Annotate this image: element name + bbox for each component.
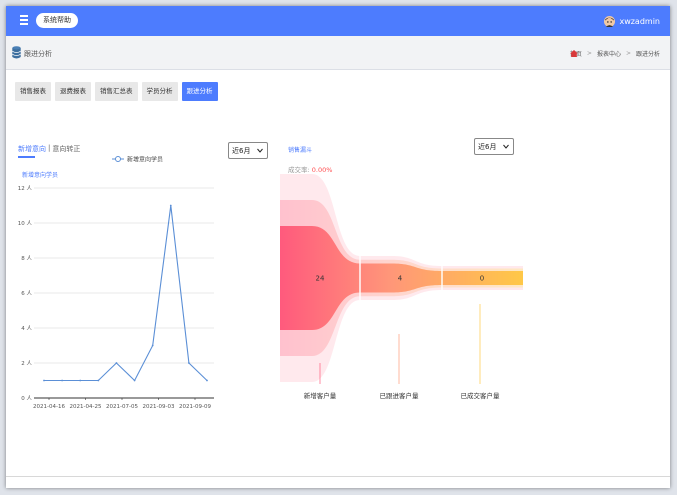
- app-window: 系统帮助 xwzadmin 跟进分析 首页 > 报表中心: [6, 6, 670, 488]
- funnel-stems: [319, 304, 481, 384]
- funnel-value: 0: [480, 275, 484, 283]
- funnel-category-label: 已成交客户量: [461, 391, 501, 400]
- funnel-value: 4: [398, 275, 403, 283]
- funnel-chart: 24 4 0 新增客户量 已跟进客户量 已成交客户量: [280, 174, 523, 400]
- funnel-category-label: 已跟进客户量: [380, 391, 420, 400]
- funnel-value: 24: [316, 275, 325, 283]
- funnel-category-labels: 新增客户量 已跟进客户量 已成交客户量: [304, 391, 500, 400]
- funnel-category-label: 新增客户量: [304, 391, 337, 400]
- footer-divider: [6, 476, 670, 477]
